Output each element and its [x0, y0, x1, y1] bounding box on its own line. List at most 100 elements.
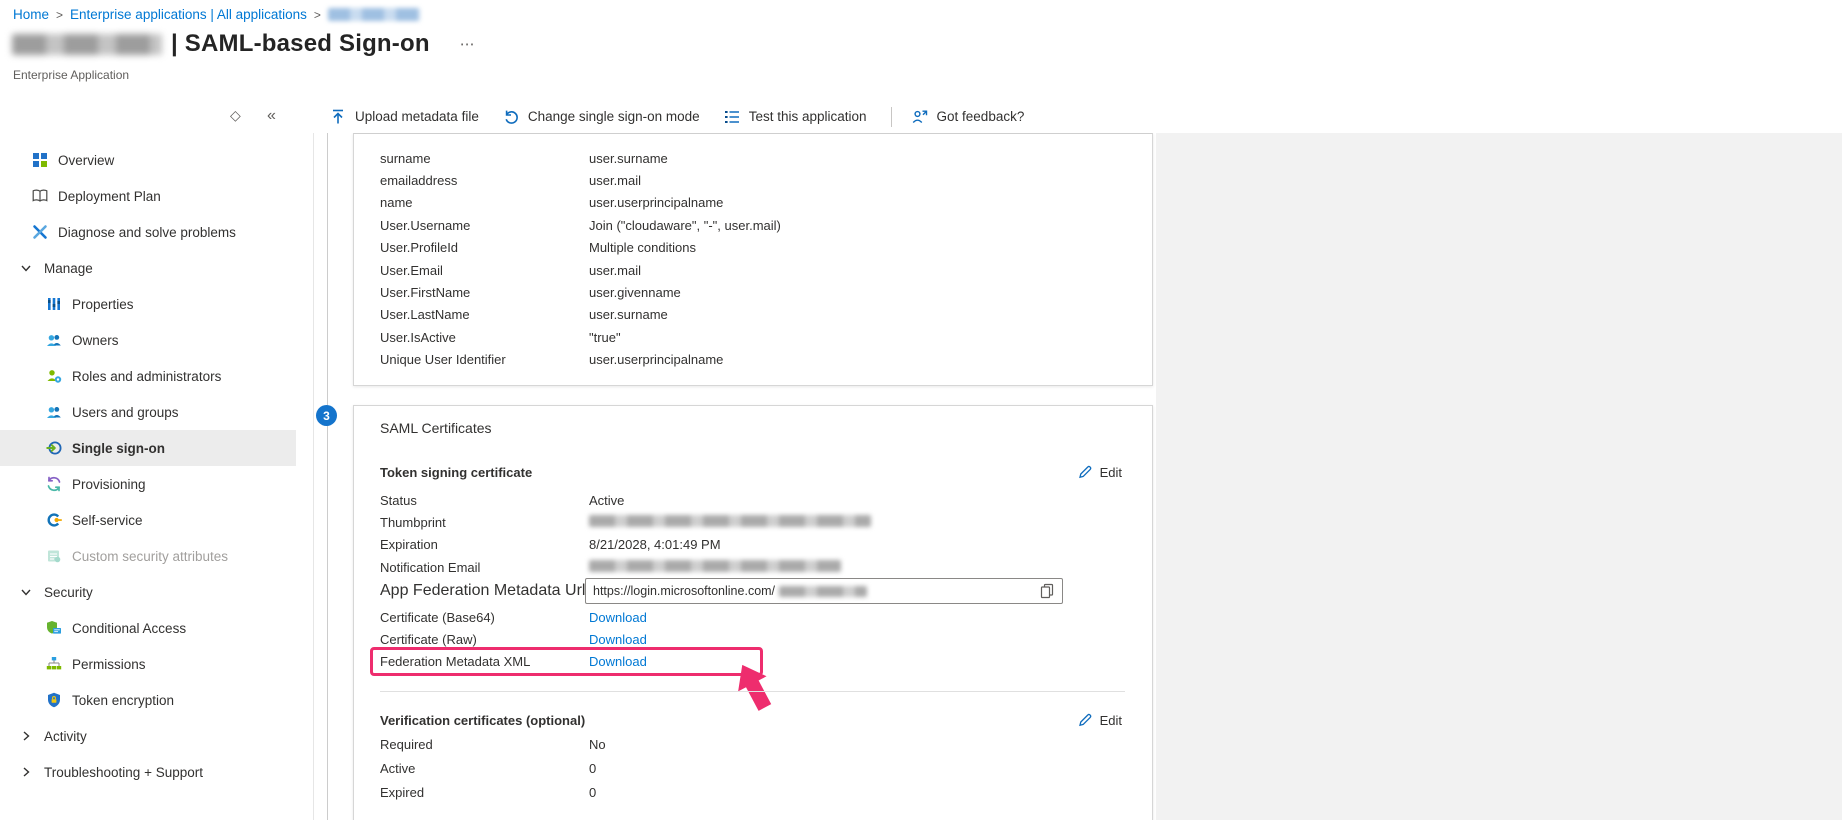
overview-icon	[32, 152, 48, 168]
breadcrumb: Home > Enterprise applications | All app…	[13, 7, 420, 22]
thumbprint-label: Thumbprint	[380, 515, 589, 530]
collapse-menu-icon[interactable]: «	[267, 107, 276, 125]
sidebar-item-roles-administrators[interactable]: Roles and administrators	[0, 358, 296, 394]
claim-row: User.UsernameJoin ("cloudaware", "-", us…	[380, 214, 1126, 236]
cert-base64-label: Certificate (Base64)	[380, 610, 589, 625]
pencil-icon	[1077, 712, 1093, 728]
verification-certificate-rows: RequiredNo Active0 Expired0	[380, 732, 1122, 804]
edit-token-certificate-button[interactable]: Edit	[1077, 464, 1122, 480]
active-label: Active	[380, 761, 589, 776]
claim-row: User.LastNameuser.surname	[380, 304, 1126, 326]
checklist-icon	[724, 109, 740, 125]
tools-icon	[32, 224, 48, 240]
token-signing-header: Token signing certificate Edit	[380, 462, 1122, 482]
verification-certificates-header: Verification certificates (optional) Edi…	[380, 710, 1122, 730]
breadcrumb-separator: >	[314, 8, 321, 22]
sidebar-menu: Overview Deployment Plan Diagnose and so…	[0, 133, 296, 820]
sidebar-item-diagnose[interactable]: Diagnose and solve problems	[0, 214, 296, 250]
cert-raw-label: Certificate (Raw)	[380, 632, 589, 647]
edit-verification-certificates-button[interactable]: Edit	[1077, 712, 1122, 728]
claim-row: nameuser.userprincipalname	[380, 192, 1126, 214]
federation-xml-label: Federation Metadata XML	[380, 654, 589, 669]
claim-row: User.Emailuser.mail	[380, 259, 1126, 281]
notification-email-redacted	[589, 560, 841, 572]
command-bar: ◇ « Upload metadata file Change single s…	[0, 100, 1842, 133]
download-base64-link[interactable]: Download	[589, 610, 1122, 625]
upload-metadata-file-button[interactable]: Upload metadata file	[330, 109, 479, 125]
certificate-download-rows: Certificate (Base64)Download Certificate…	[380, 606, 1122, 651]
sidebar-item-provisioning[interactable]: Provisioning	[0, 466, 296, 502]
page-title: | SAML-based Sign-on	[171, 30, 430, 58]
download-federation-metadata-link[interactable]: Download	[589, 654, 760, 669]
org-chart-icon	[46, 656, 62, 672]
expired-label: Expired	[380, 785, 589, 800]
breadcrumb-enterprise-apps[interactable]: Enterprise applications | All applicatio…	[70, 7, 307, 22]
claim-row: User.IsActive"true"	[380, 326, 1126, 348]
dock-pane-icon[interactable]: ◇	[230, 107, 241, 124]
sidebar-item-overview[interactable]: Overview	[0, 142, 296, 178]
sidebar-item-users-groups[interactable]: Users and groups	[0, 394, 296, 430]
app-name-redacted	[12, 34, 162, 55]
undo-icon	[503, 109, 519, 125]
metadata-url-row: App Federation Metadata Url https://logi…	[380, 578, 1122, 604]
metadata-url-field[interactable]: https://login.microsoftonline.com/	[585, 578, 1063, 604]
sidebar-item-properties[interactable]: Properties	[0, 286, 296, 322]
saml-certificates-card: SAML Certificates Token signing certific…	[353, 405, 1153, 820]
test-application-button[interactable]: Test this application	[724, 109, 867, 125]
copy-icon[interactable]	[1039, 583, 1055, 599]
sidebar-group-security[interactable]: Security	[0, 574, 296, 610]
sign-in-icon	[46, 440, 62, 456]
sidebar-item-token-encryption[interactable]: Token encryption	[0, 682, 296, 718]
sidebar-item-custom-security-attributes: Custom security attributes	[0, 538, 296, 574]
expiration-value: 8/21/2028, 4:01:49 PM	[589, 537, 1122, 552]
attributes-icon	[46, 548, 62, 564]
download-raw-link[interactable]: Download	[589, 632, 1122, 647]
sidebar-item-permissions[interactable]: Permissions	[0, 646, 296, 682]
breadcrumb-home[interactable]: Home	[13, 7, 49, 22]
claim-row: Unique User Identifieruser.userprincipal…	[380, 349, 1126, 371]
chevron-right-icon	[20, 730, 32, 742]
claim-row: surnameuser.surname	[380, 147, 1126, 169]
sidebar-item-deployment-plan[interactable]: Deployment Plan	[0, 178, 296, 214]
sidebar-item-conditional-access[interactable]: Conditional Access	[0, 610, 296, 646]
required-value: No	[589, 737, 1122, 752]
blade-background	[1156, 133, 1842, 820]
person-gear-icon	[46, 368, 62, 384]
claim-row: emailaddressuser.mail	[380, 169, 1126, 191]
sliders-icon	[46, 296, 62, 312]
chevron-right-icon	[20, 766, 32, 778]
page-subtitle: Enterprise Application	[13, 68, 129, 82]
key-icon	[46, 512, 62, 528]
status-value: Active	[589, 493, 1122, 508]
step-3-badge: 3	[316, 405, 337, 426]
token-signing-title: Token signing certificate	[380, 465, 532, 480]
sidebar-group-troubleshooting[interactable]: Troubleshooting + Support	[0, 754, 296, 790]
step-connector-line	[327, 133, 328, 820]
sidebar-item-single-sign-on[interactable]: Single sign-on	[0, 430, 296, 466]
sidebar-group-manage[interactable]: Manage	[0, 250, 296, 286]
section-divider	[380, 691, 1125, 692]
sidebar-group-activity[interactable]: Activity	[0, 718, 296, 754]
expiration-label: Expiration	[380, 537, 589, 552]
sidebar-item-self-service[interactable]: Self-service	[0, 502, 296, 538]
notification-email-label: Notification Email	[380, 560, 589, 575]
toolbar-divider	[891, 107, 892, 127]
change-sso-mode-button[interactable]: Change single sign-on mode	[503, 109, 700, 125]
status-label: Status	[380, 493, 589, 508]
breadcrumb-app-name-redacted[interactable]	[328, 8, 420, 21]
metadata-url-value: https://login.microsoftonline.com/	[593, 584, 775, 598]
sync-icon	[46, 476, 62, 492]
federation-metadata-row: Federation Metadata XML Download	[380, 654, 760, 669]
got-feedback-button[interactable]: Got feedback?	[912, 109, 1025, 125]
title-row: | SAML-based Sign-on ⋯	[12, 30, 477, 58]
main-content: 3 surnameuser.surname emailaddressuser.m…	[314, 133, 1842, 820]
more-options-icon[interactable]: ⋯	[460, 35, 477, 53]
federation-metadata-highlight-box: Federation Metadata XML Download	[370, 647, 763, 676]
people-icon	[46, 404, 62, 420]
attributes-claims-card: surnameuser.surname emailaddressuser.mai…	[353, 133, 1153, 386]
sidebar-item-owners[interactable]: Owners	[0, 322, 296, 358]
page-header: Home > Enterprise applications | All app…	[0, 0, 1842, 100]
claim-row: User.FirstNameuser.givenname	[380, 281, 1126, 303]
required-label: Required	[380, 737, 589, 752]
verification-certificates-title: Verification certificates (optional)	[380, 713, 585, 728]
